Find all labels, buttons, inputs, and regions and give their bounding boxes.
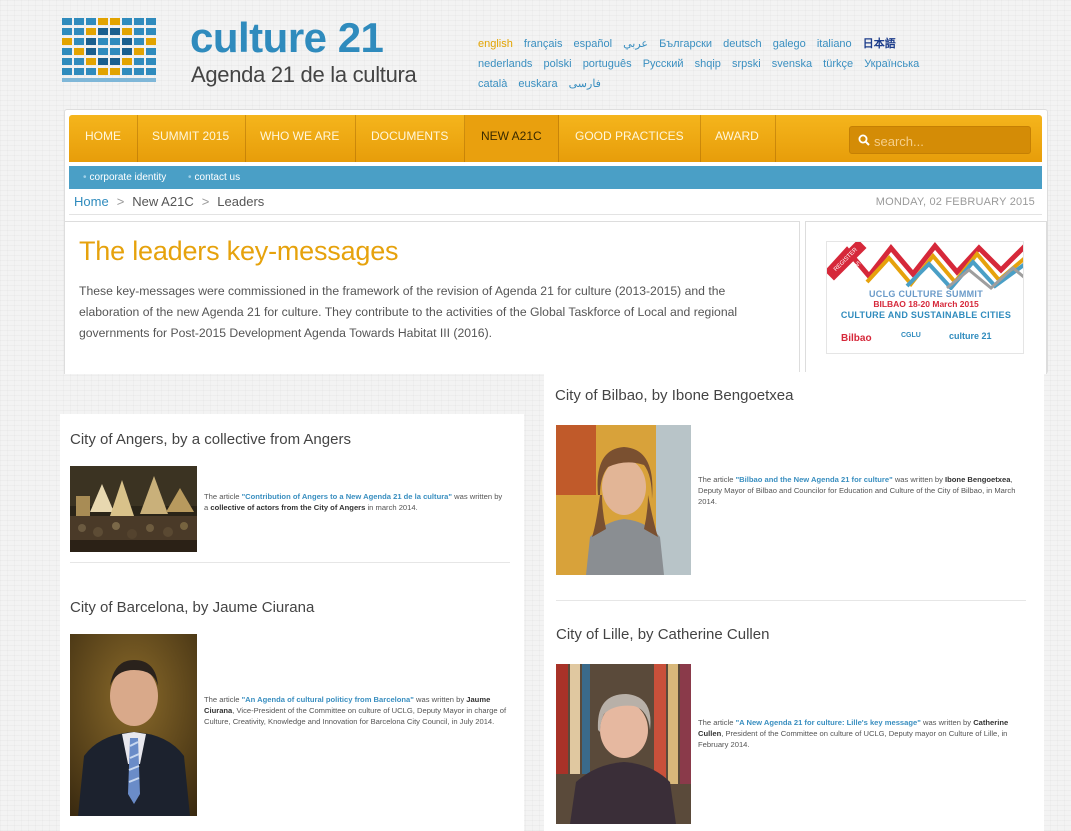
leader-text-barcelona: The article "An Agenda of cultural polit…	[204, 694, 508, 727]
banner-city: BILBAO	[873, 299, 906, 309]
leader-text-suffix: , President of the Committee on culture …	[698, 729, 1008, 749]
lang-russian[interactable]: Русский	[643, 54, 684, 74]
leader-text-prefix: The article	[698, 475, 736, 484]
search-box	[849, 126, 1031, 154]
leader-text-middle: was written by	[920, 718, 974, 727]
leader-heading-angers: City of Angers, by a collective from Ang…	[70, 431, 351, 448]
search-input[interactable]	[874, 131, 1024, 151]
lang-turkce[interactable]: türkçe	[823, 54, 853, 74]
nav-new-a21c[interactable]: NEW A21C	[465, 115, 559, 162]
culture21-small-logo: culture 21	[949, 331, 992, 341]
lang-galego[interactable]: galego	[773, 34, 806, 54]
leader-text-suffix: in march 2014.	[365, 503, 418, 512]
lang-arabic[interactable]: عربي	[623, 34, 648, 54]
nav-good-practices[interactable]: GOOD PRACTICES	[559, 115, 701, 162]
lille-photo[interactable]	[556, 664, 691, 824]
leader-heading-bilbao: City of Bilbao, by Ibone Bengoetxea	[555, 387, 794, 404]
lang-euskara[interactable]: euskara	[518, 74, 557, 94]
lang-nederlands[interactable]: nederlands	[478, 54, 532, 74]
lang-portugues[interactable]: português	[583, 54, 632, 74]
lang-deutsch[interactable]: deutsch	[723, 34, 762, 54]
breadcrumb-separator: >	[201, 194, 210, 209]
divider	[556, 600, 1026, 601]
lang-japanese[interactable]: 日本語	[863, 34, 896, 54]
breadcrumb: Home > New A21C > Leaders	[74, 194, 264, 210]
lang-polski[interactable]: polski	[544, 54, 572, 74]
leader-text-prefix: The article	[204, 492, 242, 501]
leader-text-middle: was written by	[413, 695, 467, 704]
lang-espanol[interactable]: español	[574, 34, 613, 54]
language-selector: english français español عربي Български …	[478, 34, 978, 94]
page-title: The leaders key-messages	[79, 236, 399, 266]
breadcrumb-separator: >	[116, 194, 125, 209]
lang-shqip[interactable]: shqip	[695, 54, 721, 74]
subnav-corporate-identity[interactable]: corporate identity	[83, 166, 167, 189]
barcelona-photo[interactable]	[70, 634, 197, 816]
search-icon[interactable]	[858, 134, 870, 146]
banner-theme: CULTURE AND SUSTAINABLE CITIES	[840, 310, 1012, 320]
summit-banner[interactable]: REGISTER NOW! UCLG CULTURE SUMMIT BILBAO…	[826, 241, 1024, 354]
angers-photo[interactable]	[70, 466, 197, 552]
lang-srpski[interactable]: srpski	[732, 54, 761, 74]
article-link-bilbao[interactable]: "Bilbao and the New Agenda 21 for cultur…	[736, 475, 893, 484]
leader-text-suffix: , Vice-President of the Committee on cul…	[204, 706, 507, 726]
divider	[69, 214, 1042, 215]
lang-italiano[interactable]: italiano	[817, 34, 852, 54]
lang-catala[interactable]: català	[478, 74, 507, 94]
divider	[70, 562, 510, 563]
cglu-logo: CGLU	[901, 332, 921, 339]
lang-bulgarian[interactable]: Български	[659, 34, 712, 54]
nav-summit-2015[interactable]: SUMMIT 2015	[136, 115, 247, 162]
intro-paragraph: These key-messages were commissioned in …	[79, 284, 738, 340]
nav-who-we-are[interactable]: WHO WE ARE	[244, 115, 357, 162]
leader-text-bilbao: The article "Bilbao and the New Agenda 2…	[698, 474, 1018, 507]
lang-ukrainian[interactable]: Українська	[864, 54, 919, 74]
sub-navigation: corporate identity contact us	[69, 166, 1042, 189]
banner-date-range: 18-20 March 2015	[905, 299, 979, 309]
breadcrumb-current: Leaders	[217, 194, 265, 209]
bilbao-photo[interactable]	[556, 425, 691, 575]
article-link-barcelona[interactable]: "An Agenda of cultural politicy from Bar…	[242, 695, 414, 704]
leader-heading-lille: City of Lille, by Catherine Cullen	[556, 626, 770, 643]
leader-text-lille: The article "A New Agenda 21 for culture…	[698, 717, 1014, 750]
article-link-angers[interactable]: "Contribution of Angers to a New Agenda …	[242, 492, 452, 501]
bilbao-logo: Bilbao	[841, 333, 872, 344]
breadcrumb-home[interactable]: Home	[74, 194, 109, 209]
leader-text-prefix: The article	[698, 718, 736, 727]
lang-farsi[interactable]: فارسی	[569, 74, 601, 94]
leader-author-bilbao: Ibone Bengoetxea	[945, 475, 1011, 484]
banner-dates: BILBAO 18-20 March 2015	[827, 299, 1023, 309]
article-link-lille[interactable]: "A New Agenda 21 for culture: Lille's ke…	[736, 718, 921, 727]
lang-english[interactable]: english	[478, 34, 513, 54]
leader-author-angers: collective of actors from the City of An…	[210, 503, 366, 512]
site-subtitle: Agenda 21 de la cultura	[191, 62, 417, 87]
leader-text-angers: The article "Contribution of Angers to a…	[204, 491, 504, 513]
leader-text-prefix: The article	[204, 695, 242, 704]
lang-svenska[interactable]: svenska	[772, 54, 812, 74]
leader-heading-barcelona: City of Barcelona, by Jaume Ciurana	[70, 599, 315, 616]
nav-documents[interactable]: DOCUMENTS	[355, 115, 466, 162]
current-date: MONDAY, 02 FEBRUARY 2015	[875, 196, 1035, 208]
breadcrumb-new-a21c[interactable]: New A21C	[132, 194, 193, 209]
banner-title: UCLG CULTURE SUMMIT	[868, 289, 984, 299]
leader-text-middle: was written by	[892, 475, 946, 484]
lang-francais[interactable]: français	[524, 34, 563, 54]
nav-award[interactable]: AWARD	[699, 115, 776, 162]
nav-home[interactable]: HOME	[69, 115, 138, 162]
subnav-contact-us[interactable]: contact us	[188, 166, 241, 189]
culture21-logo-icon[interactable]	[62, 18, 164, 84]
site-title[interactable]: culture 21	[190, 14, 384, 62]
